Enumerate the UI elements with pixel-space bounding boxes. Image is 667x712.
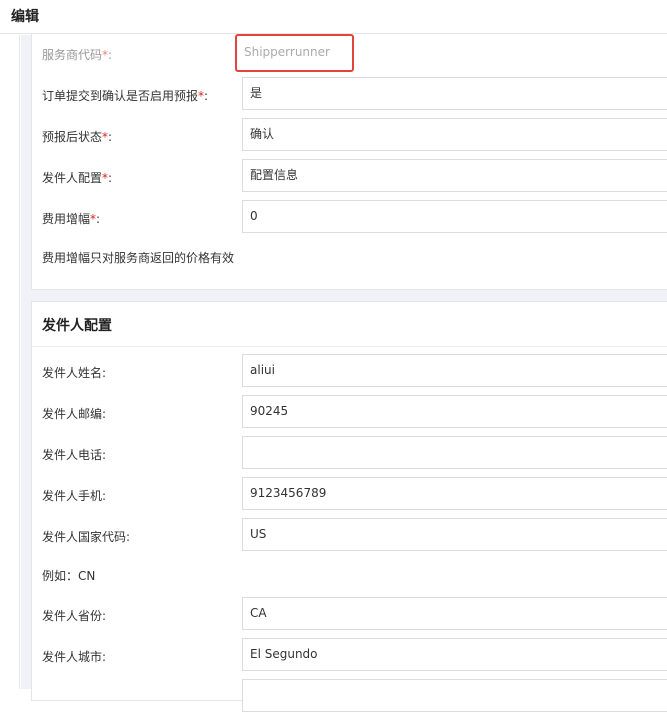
fee-increase-hint: 费用增幅只对服务商返回的价格有效 (42, 251, 235, 265)
fee-increase-label: 费用增幅*: (42, 212, 101, 226)
sender-country-label: 发件人国家代码: (42, 530, 131, 544)
sender-city-input[interactable]: El Segundo (242, 638, 667, 671)
sender-province-input[interactable]: CA (242, 597, 667, 630)
left-gutter (0, 35, 20, 689)
sender-config-label: 发件人配置*: (42, 171, 113, 185)
service-settings-panel: 服务商代码*: Shipperrunner 订单提交到确认是否启用预报*: 是 … (31, 33, 667, 290)
sender-section-title: 发件人配置 (42, 318, 112, 334)
auto-prealert-label: 订单提交到确认是否启用预报*: (42, 89, 209, 103)
main-content: 服务商代码*: Shipperrunner 订单提交到确认是否启用预报*: 是 … (21, 33, 667, 712)
section-divider (32, 346, 667, 347)
sender-phone-input[interactable] (242, 436, 667, 469)
service-code-highlight (235, 34, 354, 72)
service-code-label: 服务商代码*: (42, 48, 113, 62)
page-header: 编辑 (0, 0, 667, 34)
sender-zip-input[interactable]: 90245 (242, 395, 667, 428)
sender-mobile-label: 发件人手机: (42, 489, 107, 503)
post-prealert-status-label: 预报后状态*: (42, 130, 113, 144)
sender-country-hint: 例如：CN (42, 569, 96, 583)
sender-phone-label: 发件人电话: (42, 448, 107, 462)
post-prealert-status-select[interactable]: 确认 (242, 118, 667, 151)
sender-config-select[interactable]: 配置信息 (242, 159, 667, 192)
sender-config-panel: 发件人配置 发件人姓名: aliui 发件人邮编: 90245 发件人电话: 发… (31, 301, 667, 712)
fee-increase-input[interactable]: 0 (242, 200, 667, 233)
sender-country-input[interactable]: US (242, 518, 667, 551)
sender-name-input[interactable]: aliui (242, 354, 667, 387)
sender-zip-label: 发件人邮编: (42, 407, 107, 421)
sender-province-label: 发件人省份: (42, 609, 107, 623)
sender-next-input[interactable] (242, 679, 667, 712)
sender-mobile-input[interactable]: 9123456789 (242, 477, 667, 510)
sender-city-label: 发件人城市: (42, 650, 107, 664)
page-title: 编辑 (11, 9, 39, 25)
auto-prealert-select[interactable]: 是 (242, 77, 667, 110)
sender-name-label: 发件人姓名: (42, 366, 107, 380)
